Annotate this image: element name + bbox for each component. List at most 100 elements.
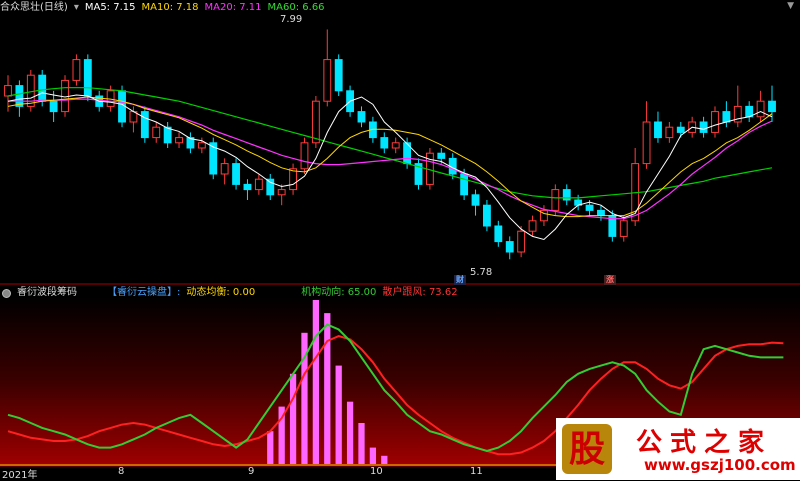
candle-body <box>152 126 161 139</box>
candle <box>699 116 708 138</box>
candle-body <box>585 204 594 211</box>
candle <box>528 215 537 237</box>
candle <box>152 122 161 143</box>
candle <box>665 122 674 143</box>
x-label-month: 8 <box>118 466 125 477</box>
candle <box>414 158 423 190</box>
candle-body <box>768 100 776 113</box>
candle-body <box>391 142 400 149</box>
candle-body <box>175 137 183 144</box>
candle <box>642 101 651 169</box>
candle-body <box>220 163 229 175</box>
candle <box>83 54 92 102</box>
candle-body <box>334 59 343 92</box>
candle <box>254 174 263 195</box>
kline-chart[interactable] <box>0 0 800 480</box>
candle-body <box>380 137 389 149</box>
watermark-url: www.gszj100.com <box>644 456 796 474</box>
x-label-month: 11 <box>470 466 483 477</box>
candle <box>494 220 503 247</box>
window-menu-icon[interactable]: ▼ <box>787 1 794 11</box>
dyn-value: 动态均衡: 0.00 <box>186 287 256 298</box>
candle <box>562 184 571 206</box>
high-price-label: 7.99 <box>280 14 303 25</box>
candle-body <box>289 168 297 191</box>
candle-body <box>15 85 24 107</box>
candle-body <box>471 194 480 206</box>
candle-body <box>243 183 252 191</box>
limit-up-tag[interactable]: 涨 <box>604 275 616 285</box>
candle-body <box>254 178 263 191</box>
candle-body <box>756 100 765 118</box>
title[interactable]: 合众思壮(日线) <box>0 1 68 15</box>
candle-body <box>711 111 719 133</box>
chip-bar <box>267 431 274 464</box>
candle <box>654 111 662 143</box>
candle <box>277 184 286 206</box>
candle-body <box>619 220 628 237</box>
chevron-down-icon[interactable]: ▾ <box>74 1 79 15</box>
main-chart-header: 合众思壮(日线) ▾ MA5: 7.15 MA10: 7.18 MA20: 7.… <box>0 1 325 15</box>
candle <box>619 215 628 242</box>
candles-group <box>4 29 776 260</box>
candle <box>300 137 309 174</box>
candle-body <box>597 209 605 217</box>
finance-tag[interactable]: 财 <box>454 275 466 285</box>
candle-body <box>517 230 526 253</box>
candle-body <box>437 152 446 159</box>
candle-body <box>494 225 503 243</box>
candle <box>232 158 240 190</box>
candle-body <box>357 111 366 123</box>
indicator-tag: 【睿衍云操盘】: <box>107 287 181 298</box>
candle-body <box>311 100 320 144</box>
indicator-settings-icon[interactable] <box>2 288 11 298</box>
candle-body <box>483 204 491 227</box>
candle-body <box>140 111 149 139</box>
candle-body <box>266 178 275 196</box>
candle-body <box>505 241 514 253</box>
x-label-month: 9 <box>248 466 255 477</box>
chip-bar <box>289 373 297 464</box>
candle <box>243 179 252 200</box>
low-price-label: 5.78 <box>470 267 493 278</box>
indicator-title[interactable]: 睿衍波段筹码 <box>17 286 77 300</box>
retail-value: 散户跟风: 73.62 <box>382 287 458 298</box>
candle <box>186 132 195 154</box>
candle <box>471 189 480 216</box>
chip-bar <box>324 313 331 464</box>
candle <box>334 54 343 96</box>
candle <box>391 137 400 154</box>
candle <box>61 75 69 117</box>
candle <box>266 174 275 200</box>
watermark-logo: 股 公式之家 www.gszj100.com <box>556 418 800 480</box>
watermark-title: 公式之家 <box>636 428 773 458</box>
logo-glyph: 股 <box>562 424 612 474</box>
candle <box>745 101 754 122</box>
candle <box>483 200 491 232</box>
chip-bar <box>335 365 342 464</box>
candle <box>323 29 332 107</box>
candle <box>140 106 149 143</box>
candle-body <box>83 59 92 97</box>
candle <box>163 122 172 148</box>
candle-body <box>300 142 309 170</box>
candle-body <box>460 173 469 196</box>
candle-body <box>277 189 286 196</box>
inst-value: 机构动向: 65.00 <box>301 287 377 298</box>
candle-body <box>665 126 674 139</box>
x-label-year: 2021年 <box>2 470 38 481</box>
candle <box>756 90 765 122</box>
indicator-header: 睿衍波段筹码 【睿衍云操盘】: 动态均衡: 0.00 机构动向: 65.00 散… <box>0 286 458 300</box>
candle-body <box>722 111 731 123</box>
candle <box>608 210 617 242</box>
candle <box>505 236 514 260</box>
chip-bar <box>346 401 354 464</box>
candle <box>209 137 218 180</box>
candle <box>380 132 389 154</box>
candle-body <box>654 121 662 139</box>
x-label-month: 10 <box>370 466 383 477</box>
candle-body <box>38 74 47 102</box>
chip-bar <box>312 300 320 464</box>
candle-body <box>642 121 651 165</box>
candle-body <box>197 142 206 149</box>
